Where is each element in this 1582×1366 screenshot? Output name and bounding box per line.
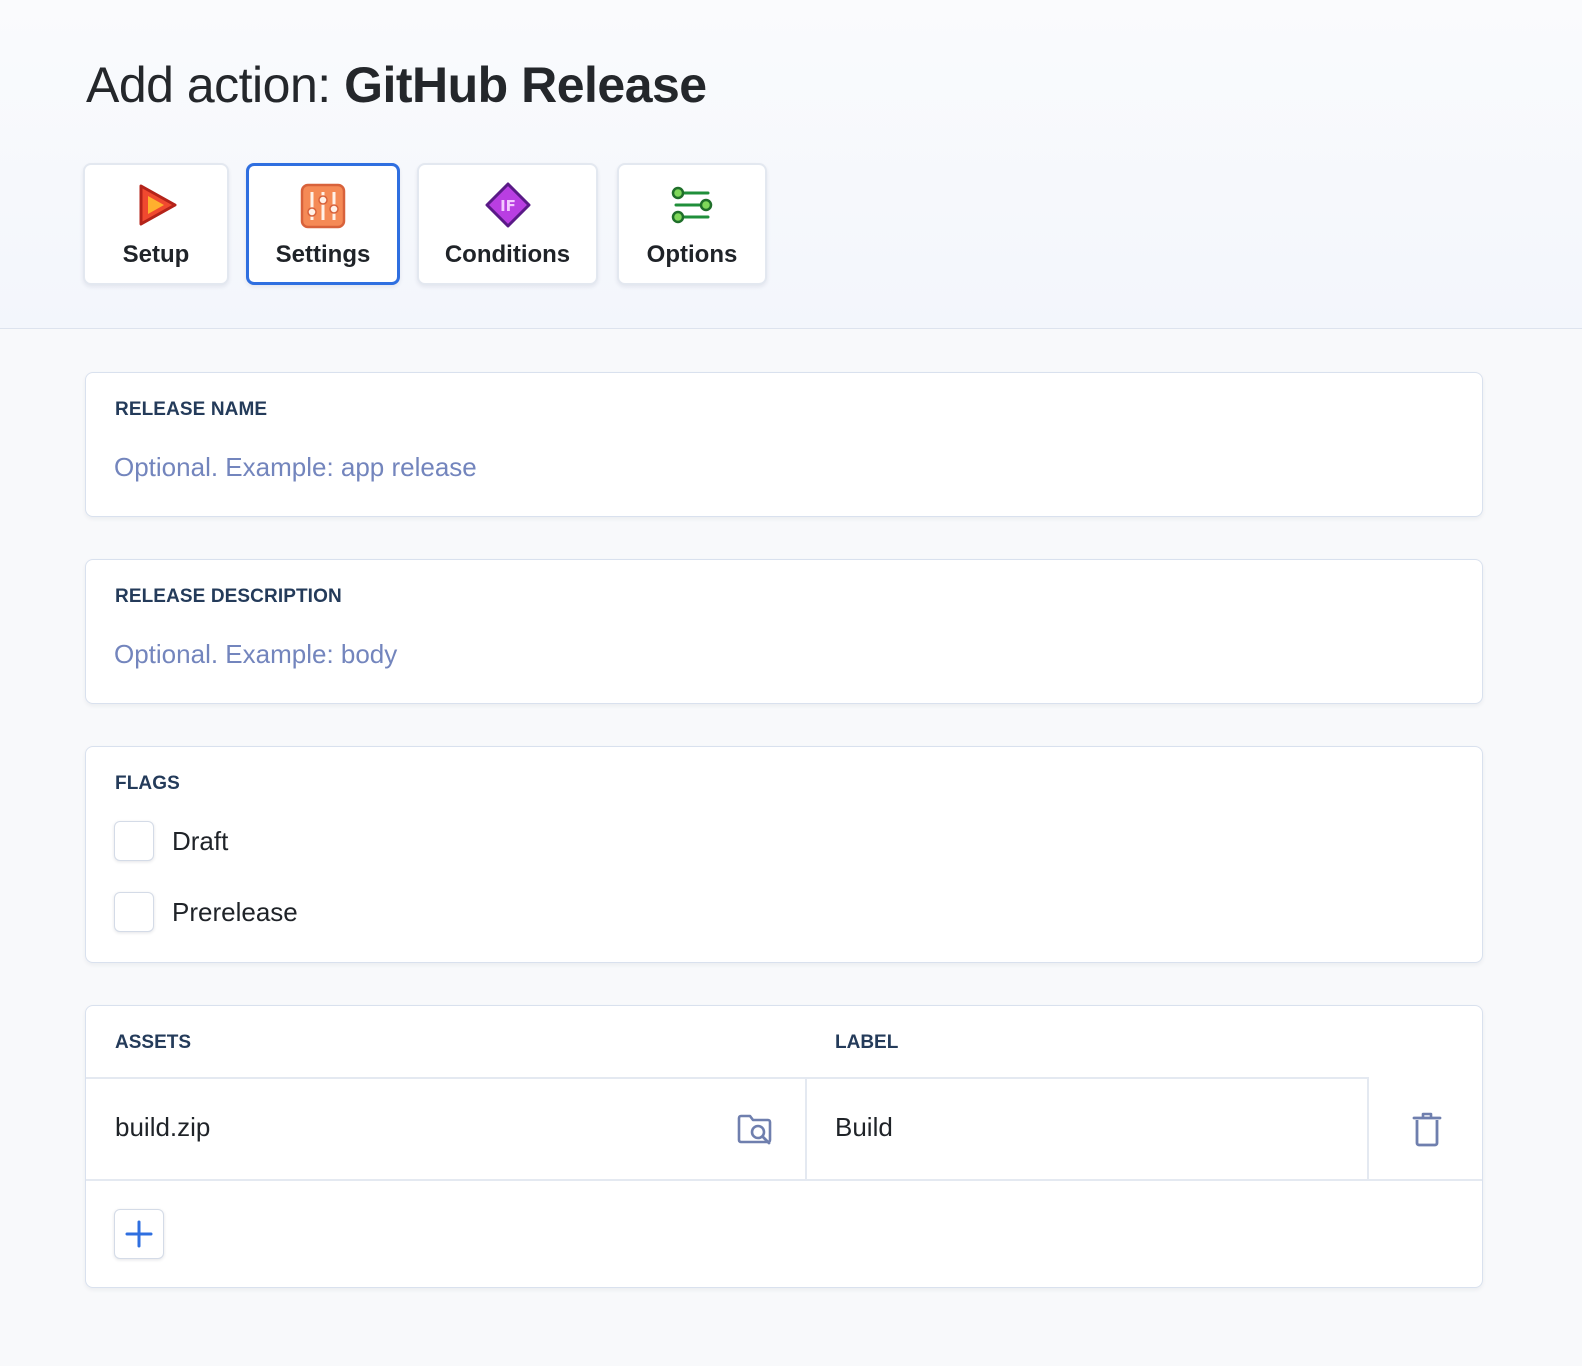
flags-label: FLAGS bbox=[115, 773, 180, 794]
page-title: Add action: GitHub Release bbox=[86, 56, 707, 114]
label-column-header: LABEL bbox=[835, 1032, 899, 1053]
asset-path-field[interactable]: build.zip bbox=[115, 1112, 210, 1143]
draft-label: Draft bbox=[172, 825, 229, 856]
page-header: Add action: GitHub Release Setup Setting… bbox=[0, 0, 1582, 329]
draft-checkbox[interactable] bbox=[114, 821, 154, 861]
tab-label: Settings bbox=[275, 241, 371, 268]
release-name-input[interactable] bbox=[114, 447, 1454, 487]
tab-settings[interactable]: Settings bbox=[246, 163, 400, 285]
trash-icon[interactable] bbox=[1409, 1110, 1445, 1148]
release-name-label: RELEASE NAME bbox=[115, 399, 268, 420]
row-divider bbox=[86, 1077, 1368, 1079]
add-asset-button[interactable] bbox=[114, 1209, 164, 1259]
play-icon bbox=[139, 184, 177, 226]
release-description-label: RELEASE DESCRIPTION bbox=[115, 586, 342, 607]
sliders-icon bbox=[300, 183, 346, 229]
svg-text:IF: IF bbox=[500, 197, 516, 215]
assets-column-header: ASSETS bbox=[115, 1032, 192, 1053]
prerelease-checkbox[interactable] bbox=[114, 892, 154, 932]
page-title-action-name: GitHub Release bbox=[344, 57, 707, 113]
tab-conditions[interactable]: IF Conditions bbox=[417, 163, 598, 285]
row-divider bbox=[86, 1179, 1482, 1181]
prerelease-flag[interactable]: Prerelease bbox=[114, 890, 298, 934]
asset-label-field[interactable]: Build bbox=[835, 1112, 893, 1143]
tab-label: Options bbox=[646, 241, 738, 268]
release-description-card: RELEASE DESCRIPTION bbox=[85, 559, 1483, 704]
release-name-card: RELEASE NAME bbox=[85, 372, 1483, 517]
tab-setup[interactable]: Setup bbox=[83, 163, 229, 285]
plus-icon bbox=[125, 1220, 153, 1248]
flags-card: FLAGS Draft Prerelease bbox=[85, 746, 1483, 963]
tab-label: Conditions bbox=[444, 241, 571, 268]
options-icon bbox=[671, 186, 713, 224]
tab-options[interactable]: Options bbox=[617, 163, 767, 285]
draft-flag[interactable]: Draft bbox=[114, 819, 228, 863]
column-divider bbox=[1367, 1077, 1369, 1179]
page-title-prefix: Add action: bbox=[86, 57, 345, 113]
release-description-input[interactable] bbox=[114, 634, 1454, 674]
assets-card: ASSETS LABEL build.zip Build bbox=[85, 1005, 1483, 1288]
tab-label: Setup bbox=[122, 241, 190, 268]
folder-search-icon[interactable] bbox=[736, 1110, 774, 1148]
column-divider bbox=[805, 1077, 807, 1179]
if-diamond-icon: IF bbox=[485, 182, 530, 228]
prerelease-label: Prerelease bbox=[172, 896, 298, 927]
